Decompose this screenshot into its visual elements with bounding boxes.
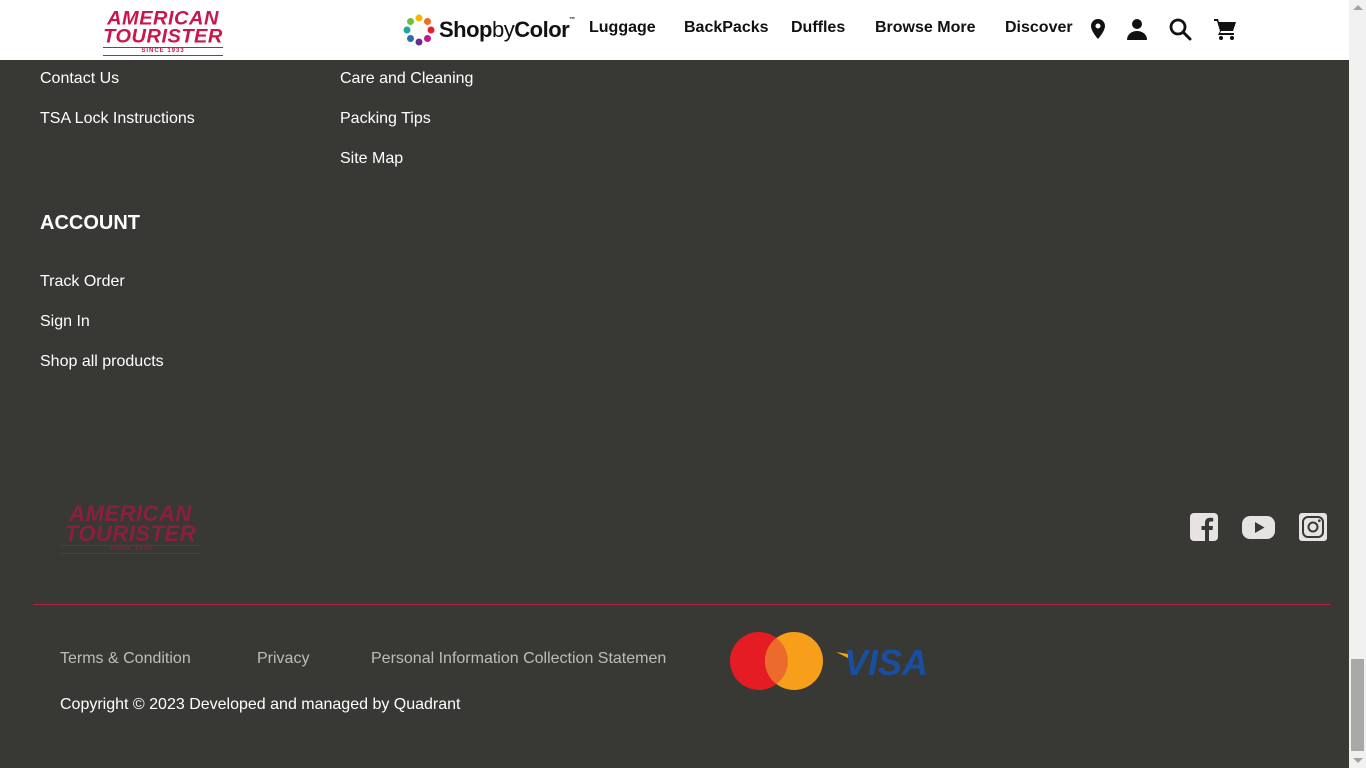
footer-brand-logo[interactable]: AMERICAN TOURISTER SINCE 1933 <box>49 503 212 554</box>
packing-tips-link[interactable]: Packing Tips <box>340 110 431 128</box>
scroll-down-arrow-icon[interactable] <box>1353 758 1363 763</box>
tsa-lock-instructions-link[interactable]: TSA Lock Instructions <box>40 110 195 128</box>
scrollbar-thumb[interactable] <box>1351 659 1364 751</box>
care-and-cleaning-link[interactable]: Care and Cleaning <box>340 70 473 88</box>
site-map-link[interactable]: Site Map <box>340 150 403 168</box>
terms-condition-link[interactable]: Terms & Condition <box>60 650 191 668</box>
shop-by-color-link[interactable]: ShopbyColor™ <box>403 14 575 46</box>
shop-by-color-label: ShopbyColor™ <box>439 17 575 42</box>
nav-luggage[interactable]: Luggage <box>589 19 656 37</box>
nav-browse-more[interactable]: Browse More <box>875 19 975 37</box>
nav-backpacks[interactable]: BackPacks <box>684 19 769 37</box>
shop-all-products-link[interactable]: Shop all products <box>40 353 164 371</box>
instagram-icon[interactable] <box>1298 511 1328 543</box>
user-icon[interactable] <box>1125 17 1149 41</box>
visa-text: VISA <box>844 642 928 682</box>
logo-since: SINCE 1933 <box>103 47 223 56</box>
copyright-text: Copyright © 2023 Developed and managed b… <box>60 696 461 713</box>
facebook-icon[interactable] <box>1189 511 1219 543</box>
location-pin-icon[interactable] <box>1086 17 1110 41</box>
scroll-up-arrow-icon[interactable] <box>1353 5 1363 10</box>
footer-logo-line2: TOURISTER <box>64 521 197 546</box>
track-order-link[interactable]: Track Order <box>40 273 125 291</box>
nav-discover[interactable]: Discover <box>1005 19 1073 37</box>
youtube-icon[interactable] <box>1241 511 1276 543</box>
color-wheel-icon <box>403 14 435 46</box>
page-scrollbar[interactable] <box>1349 0 1366 768</box>
footer-logo-since: SINCE 1933 <box>61 545 200 554</box>
account-heading: ACCOUNT <box>40 212 140 234</box>
logo-line1: AMERICAN <box>107 8 219 30</box>
mastercard-icon <box>730 632 823 690</box>
american-tourister-logo[interactable]: AMERICAN TOURISTER SINCE 1933 <box>93 8 233 56</box>
visa-icon: VISA <box>836 642 928 682</box>
sign-in-link[interactable]: Sign In <box>40 313 90 331</box>
search-icon[interactable] <box>1168 17 1192 41</box>
logo-line2: TOURISTER <box>103 26 223 48</box>
personal-info-statement-link[interactable]: Personal Information Collection Statemen <box>371 650 666 668</box>
site-header: AMERICAN TOURISTER SINCE 1933 ShopbyColo… <box>0 0 1349 60</box>
cart-icon[interactable] <box>1213 17 1237 41</box>
contact-us-link[interactable]: Contact Us <box>40 70 119 88</box>
footer-divider <box>33 604 1331 605</box>
privacy-link[interactable]: Privacy <box>257 650 309 668</box>
nav-duffles[interactable]: Duffles <box>791 19 845 37</box>
